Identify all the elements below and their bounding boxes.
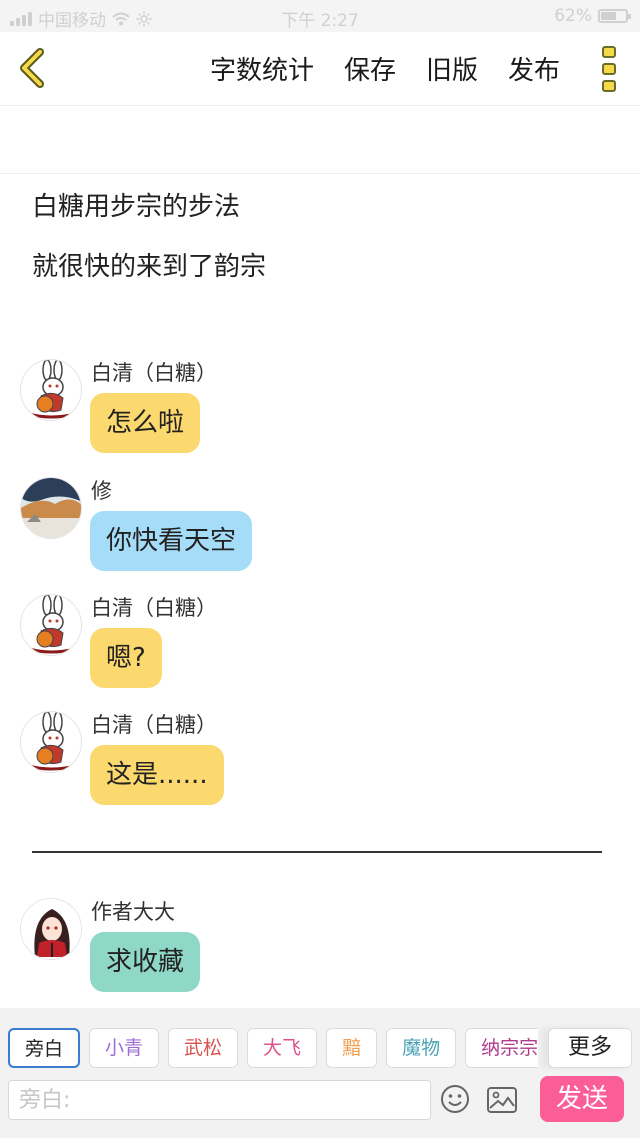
battery-percent: 62% — [554, 6, 592, 26]
message-input[interactable] — [8, 1080, 431, 1120]
nav-actions: 字数统计 保存 旧版 发布 — [210, 50, 560, 87]
section-divider — [32, 851, 602, 853]
character-chip[interactable]: 旁白 — [8, 1028, 81, 1068]
message-bubble[interactable]: 怎么啦 — [90, 393, 201, 453]
top-nav: 字数统计 保存 旧版 发布 — [0, 32, 640, 106]
status-time: 下午 2:27 — [281, 11, 359, 31]
title-separator — [0, 173, 640, 174]
message-bubble[interactable]: 求收藏 — [90, 932, 201, 992]
chat-message: 白清（白糖） 这是...... — [20, 711, 620, 821]
image-icon[interactable] — [486, 1086, 518, 1114]
girl-avatar-image — [21, 899, 81, 959]
narration-line: 白糖用步宗的步法 — [32, 192, 241, 222]
rabbit-avatar[interactable] — [20, 711, 82, 773]
message-bubble[interactable]: 你快看天空 — [90, 511, 253, 571]
more-characters-button[interactable]: 更多 — [548, 1028, 632, 1068]
chat-message: 修 你快看天空 — [20, 477, 620, 587]
battery-fill — [601, 12, 616, 20]
save-button[interactable]: 保存 — [344, 50, 396, 87]
story-editor-screen: 中国移动 下午 2:27 62% 字数统计 保存 旧版 发布 白糖用步宗的步法 … — [0, 0, 640, 1138]
narration-line: 就很快的来到了韵宗 — [32, 252, 267, 282]
character-chip[interactable]: 武松 — [168, 1028, 239, 1068]
character-chip[interactable]: 纳宗宗 — [465, 1028, 538, 1068]
chat-message: 白清（白糖） 怎么啦 — [20, 359, 620, 469]
message-bubble[interactable]: 嗯? — [90, 628, 162, 688]
landscape-avatar-image — [21, 478, 81, 538]
back-arrow-icon[interactable] — [12, 46, 52, 90]
status-right: 62% — [554, 6, 631, 26]
battery-icon — [598, 9, 631, 23]
rabbit-avatar-image — [28, 595, 76, 654]
girl-avatar[interactable] — [20, 898, 82, 960]
sender-name: 修 — [91, 479, 112, 503]
rabbit-avatar-image — [28, 712, 76, 771]
word-count-button[interactable]: 字数统计 — [210, 50, 314, 87]
rabbit-avatar-image — [28, 360, 76, 419]
send-button[interactable]: 发送 — [540, 1076, 624, 1122]
character-chips: 旁白 小青 武松 大飞黯魔物 纳宗宗 — [8, 1028, 538, 1070]
chat-message: 白清（白糖） 嗯? — [20, 594, 620, 704]
emoji-icon[interactable] — [440, 1084, 470, 1114]
character-toolbar: 旁白小青武松大飞黯魔物纳宗宗 更多 发送 — [0, 1008, 640, 1138]
sender-name: 白清（白糖） — [91, 713, 217, 737]
character-chip[interactable]: 小青 — [89, 1028, 160, 1068]
sender-name: 作者大大 — [91, 900, 175, 924]
landscape-avatar[interactable] — [20, 477, 82, 539]
chat-message: 作者大大 求收藏 — [20, 898, 620, 1008]
rabbit-avatar[interactable] — [20, 594, 82, 656]
character-chip[interactable]: 大飞 — [247, 1028, 318, 1068]
sender-name: 白清（白糖） — [91, 596, 217, 620]
sender-name: 白清（白糖） — [91, 361, 217, 385]
message-bubble[interactable]: 这是...... — [90, 745, 224, 805]
status-bar: 中国移动 下午 2:27 62% — [0, 0, 640, 32]
old-version-button[interactable]: 旧版 — [426, 50, 478, 87]
publish-button[interactable]: 发布 — [508, 50, 560, 87]
character-chip[interactable]: 黯 — [326, 1028, 378, 1068]
character-chip[interactable]: 魔物 — [386, 1028, 457, 1068]
rabbit-avatar[interactable] — [20, 359, 82, 421]
more-menu-icon[interactable] — [602, 46, 618, 92]
